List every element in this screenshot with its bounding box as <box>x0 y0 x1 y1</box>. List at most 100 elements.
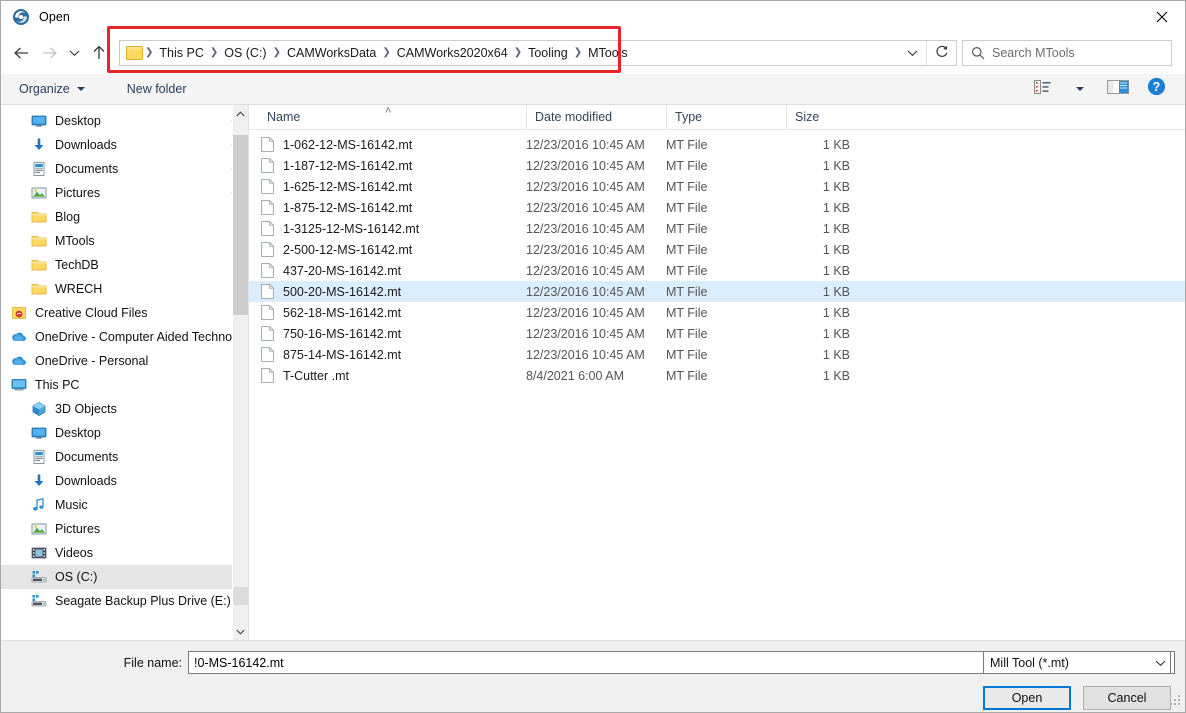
table-row[interactable]: T-Cutter .mt8/4/2021 6:00 AMMT File1 KB <box>249 365 1185 386</box>
sidebar-item-pictures[interactable]: Pictures <box>1 181 248 205</box>
file-size-cell: 1 KB <box>786 327 868 341</box>
sidebar-item-techdb[interactable]: TechDB <box>1 253 248 277</box>
file-name-label: 875-14-MS-16142.mt <box>283 348 401 362</box>
sidebar-item-label: Documents <box>55 450 118 464</box>
file-size-cell: 1 KB <box>786 180 868 194</box>
file-icon <box>261 242 274 257</box>
table-row[interactable]: 1-187-12-MS-16142.mt12/23/2016 10:45 AMM… <box>249 155 1185 176</box>
table-row[interactable]: 1-625-12-MS-16142.mt12/23/2016 10:45 AMM… <box>249 176 1185 197</box>
preview-pane-icon <box>1107 79 1129 100</box>
sidebar-item-wrech[interactable]: WRECH <box>1 277 248 301</box>
resize-grip[interactable] <box>1170 692 1182 710</box>
view-options-button[interactable] <box>1021 76 1063 102</box>
back-button[interactable] <box>7 39 35 67</box>
column-headers: Name˄Date modifiedTypeSize <box>249 105 1185 130</box>
scroll-down-arrow[interactable] <box>233 623 248 640</box>
sidebar-item-3d-objects[interactable]: 3D Objects <box>1 397 248 421</box>
file-name-label: 750-16-MS-16142.mt <box>283 327 401 341</box>
sidebar-item-creative-cloud-files[interactable]: Creative Cloud Files <box>1 301 248 325</box>
cancel-button[interactable]: Cancel <box>1083 686 1171 710</box>
table-row[interactable]: 562-18-MS-16142.mt12/23/2016 10:45 AMMT … <box>249 302 1185 323</box>
table-row[interactable]: 875-14-MS-16142.mt12/23/2016 10:45 AMMT … <box>249 344 1185 365</box>
breadcrumb-item-camworks2020x64[interactable]: CAMWorks2020x64 <box>391 41 514 65</box>
sidebar-item-desktop[interactable]: Desktop <box>1 109 248 133</box>
search-input[interactable]: Search MTools <box>962 40 1172 66</box>
sidebar-item-this-pc[interactable]: This PC <box>1 373 248 397</box>
table-row[interactable]: 1-3125-12-MS-16142.mt12/23/2016 10:45 AM… <box>249 218 1185 239</box>
svg-text:?: ? <box>1152 80 1160 94</box>
forward-button[interactable] <box>35 39 63 67</box>
file-size-cell: 1 KB <box>786 201 868 215</box>
scroll-up-arrow[interactable] <box>233 105 248 122</box>
recent-locations-button[interactable] <box>63 39 85 67</box>
preview-pane-button[interactable] <box>1097 76 1139 102</box>
sidebar-item-onedrive-computer-aided-technolog[interactable]: OneDrive - Computer Aided Technolog <box>1 325 248 349</box>
file-size-cell: 1 KB <box>786 369 868 383</box>
new-folder-button[interactable]: New folder <box>117 78 197 100</box>
view-dropdown-button[interactable] <box>1063 76 1097 102</box>
table-row[interactable]: 750-16-MS-16142.mt12/23/2016 10:45 AMMT … <box>249 323 1185 344</box>
address-bar[interactable]: ❯ This PC ❯ OS (C:) ❯ CAMWorksData ❯ CAM… <box>119 40 957 66</box>
file-type-cell: MT File <box>666 306 786 320</box>
help-button[interactable]: ? <box>1139 76 1173 102</box>
sidebar-item-downloads[interactable]: Downloads <box>1 133 248 157</box>
table-row[interactable]: 2-500-12-MS-16142.mt12/23/2016 10:45 AMM… <box>249 239 1185 260</box>
up-button[interactable] <box>85 39 113 67</box>
sidebar-item-music[interactable]: Music <box>1 493 248 517</box>
table-row[interactable]: 1-875-12-MS-16142.mt12/23/2016 10:45 AMM… <box>249 197 1185 218</box>
navigation-pane-scrollbar[interactable] <box>232 105 248 640</box>
file-type-cell: MT File <box>666 159 786 173</box>
sidebar-item-label: WRECH <box>55 282 102 296</box>
file-size-cell: 1 KB <box>786 264 868 278</box>
column-header-name[interactable]: Name˄ <box>261 105 526 129</box>
table-row[interactable]: 500-20-MS-16142.mt12/23/2016 10:45 AMMT … <box>249 281 1185 302</box>
sidebar-item-label: Desktop <box>55 114 101 128</box>
file-list: 1-062-12-MS-16142.mt12/23/2016 10:45 AMM… <box>249 130 1185 640</box>
scrollbar-thumb[interactable] <box>233 135 248 315</box>
table-row[interactable]: 1-062-12-MS-16142.mt12/23/2016 10:45 AMM… <box>249 134 1185 155</box>
breadcrumb-item-os-c[interactable]: OS (C:) <box>218 41 272 65</box>
sidebar-item-desktop[interactable]: Desktop <box>1 421 248 445</box>
sidebar-item-seagate-backup-plus-drive-e[interactable]: Seagate Backup Plus Drive (E:) <box>1 589 248 613</box>
arrow-right-icon <box>41 46 58 60</box>
sidebar-item-blog[interactable]: Blog <box>1 205 248 229</box>
downloads-icon <box>31 473 47 489</box>
breadcrumb-item-this-pc[interactable]: This PC <box>153 41 209 65</box>
sidebar-item-os-c[interactable]: OS (C:) <box>1 565 248 589</box>
file-type-filter-select[interactable]: Mill Tool (*.mt) <box>983 651 1171 674</box>
sidebar-item-videos[interactable]: Videos <box>1 541 248 565</box>
sidebar-item-downloads[interactable]: Downloads <box>1 469 248 493</box>
breadcrumb-separator: ❯ <box>514 41 522 65</box>
table-row[interactable]: 437-20-MS-16142.mt12/23/2016 10:45 AMMT … <box>249 260 1185 281</box>
breadcrumb-item-mtools[interactable]: MTools <box>582 41 634 65</box>
open-button[interactable]: Open <box>983 686 1071 710</box>
navigation-pane: DesktopDownloadsDocumentsPicturesBlogMTo… <box>1 105 248 640</box>
file-name-cell: 437-20-MS-16142.mt <box>261 263 526 278</box>
refresh-button[interactable] <box>926 41 956 65</box>
file-type-cell: MT File <box>666 264 786 278</box>
file-type-cell: MT File <box>666 348 786 362</box>
sidebar-item-mtools[interactable]: MTools <box>1 229 248 253</box>
file-name-label: 437-20-MS-16142.mt <box>283 264 401 278</box>
column-header-date-modified[interactable]: Date modified <box>526 105 666 129</box>
file-size-cell: 1 KB <box>786 348 868 362</box>
sidebar-item-pictures[interactable]: Pictures <box>1 517 248 541</box>
column-header-size[interactable]: Size <box>786 105 868 129</box>
column-header-type[interactable]: Type <box>666 105 786 129</box>
breadcrumb-item-camworksdata[interactable]: CAMWorksData <box>281 41 382 65</box>
sidebar-item-label: MTools <box>55 234 95 248</box>
organize-button[interactable]: Organize <box>9 78 95 100</box>
organize-label: Organize <box>19 78 70 100</box>
sidebar-item-label: OS (C:) <box>55 570 97 584</box>
close-button[interactable] <box>1139 1 1185 32</box>
file-name-label: 2-500-12-MS-16142.mt <box>283 243 412 257</box>
sidebar-item-documents[interactable]: Documents <box>1 445 248 469</box>
music-icon <box>31 497 47 513</box>
breadcrumb-item-tooling[interactable]: Tooling <box>522 41 574 65</box>
file-icon <box>261 179 274 194</box>
breadcrumb-separator: ❯ <box>382 41 390 65</box>
file-name-cell: 1-875-12-MS-16142.mt <box>261 200 526 215</box>
sidebar-item-documents[interactable]: Documents <box>1 157 248 181</box>
address-dropdown-button[interactable] <box>898 41 926 65</box>
sidebar-item-onedrive-personal[interactable]: OneDrive - Personal <box>1 349 248 373</box>
